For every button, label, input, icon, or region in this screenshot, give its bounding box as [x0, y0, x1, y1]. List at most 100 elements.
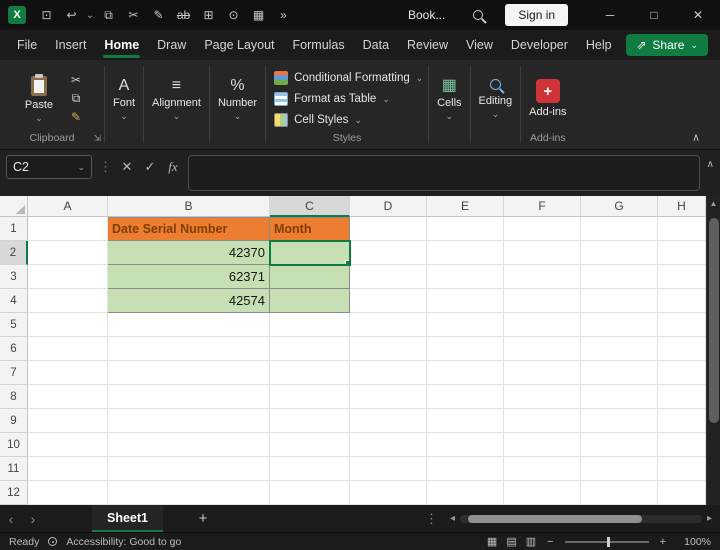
- cell-C2[interactable]: [269, 240, 351, 266]
- cells-button[interactable]: ▦ Cells ⌄: [429, 65, 469, 132]
- cell-C7[interactable]: [270, 361, 350, 385]
- cell-G3[interactable]: [581, 265, 658, 289]
- column-header-A[interactable]: A: [28, 196, 108, 217]
- cell-D9[interactable]: [350, 409, 427, 433]
- page-layout-view-icon[interactable]: ▤: [506, 535, 516, 548]
- cell-E8[interactable]: [427, 385, 504, 409]
- zoom-level[interactable]: 100%: [677, 536, 711, 548]
- sheet-tab-sheet1[interactable]: Sheet1: [92, 505, 163, 532]
- search-icon[interactable]: [473, 10, 484, 20]
- cell-D7[interactable]: [350, 361, 427, 385]
- cell-F10[interactable]: [504, 433, 581, 457]
- cell-E1[interactable]: [427, 217, 504, 241]
- number-button[interactable]: % Number ⌄: [210, 65, 265, 132]
- row-header-11[interactable]: 11: [0, 457, 28, 481]
- cell-D4[interactable]: [350, 289, 427, 313]
- excel-logo-icon[interactable]: X: [8, 6, 26, 24]
- cell-G9[interactable]: [581, 409, 658, 433]
- cell-F6[interactable]: [504, 337, 581, 361]
- cell-E9[interactable]: [427, 409, 504, 433]
- cell-E6[interactable]: [427, 337, 504, 361]
- paste-button[interactable]: Paste ⌄: [17, 73, 61, 122]
- zoom-slider[interactable]: [564, 536, 649, 547]
- cell-H12[interactable]: [658, 481, 706, 505]
- cell-D3[interactable]: [350, 265, 427, 289]
- dialog-launcher-icon[interactable]: ⇲: [93, 133, 101, 144]
- maximize-button[interactable]: □: [632, 0, 676, 30]
- cell-B12[interactable]: [108, 481, 270, 505]
- tab-review[interactable]: Review: [398, 30, 457, 60]
- cell-B1[interactable]: Date Serial Number: [108, 217, 270, 241]
- row-header-3[interactable]: 3: [0, 265, 28, 289]
- cell-G12[interactable]: [581, 481, 658, 505]
- cell-B6[interactable]: [108, 337, 270, 361]
- cell-B3[interactable]: 62371: [108, 265, 270, 289]
- formula-bar-options-icon[interactable]: ⋮: [99, 159, 112, 175]
- scroll-up-icon[interactable]: ▲: [707, 196, 720, 208]
- zoom-out-button[interactable]: −: [547, 536, 553, 548]
- cell-A8[interactable]: [28, 385, 108, 409]
- name-box-caret-icon[interactable]: ⌄: [77, 163, 85, 172]
- cell-E10[interactable]: [427, 433, 504, 457]
- row-header-12[interactable]: 12: [0, 481, 28, 505]
- undo-menu-icon[interactable]: ⌄: [84, 10, 96, 21]
- cell-H11[interactable]: [658, 457, 706, 481]
- row-header-1[interactable]: 1: [0, 217, 28, 241]
- cell-A1[interactable]: [28, 217, 108, 241]
- cell-A6[interactable]: [28, 337, 108, 361]
- cell-B9[interactable]: [108, 409, 270, 433]
- conditional-formatting-button[interactable]: Conditional Formatting ⌄: [274, 69, 428, 87]
- sheet-options-icon[interactable]: ⋮: [425, 511, 438, 527]
- cell-D1[interactable]: [350, 217, 427, 241]
- cell-C11[interactable]: [270, 457, 350, 481]
- overflow-icon[interactable]: »: [271, 8, 296, 22]
- cell-G4[interactable]: [581, 289, 658, 313]
- tab-developer[interactable]: Developer: [502, 30, 577, 60]
- cell-E12[interactable]: [427, 481, 504, 505]
- cell-C9[interactable]: [270, 409, 350, 433]
- addins-button[interactable]: + Add-ins: [521, 65, 574, 132]
- row-header-5[interactable]: 5: [0, 313, 28, 337]
- table-icon[interactable]: ▦: [246, 8, 271, 22]
- cell-G6[interactable]: [581, 337, 658, 361]
- strikethrough-icon[interactable]: ab: [171, 8, 196, 22]
- sign-in-button[interactable]: Sign in: [505, 4, 569, 26]
- cell-G10[interactable]: [581, 433, 658, 457]
- column-header-G[interactable]: G: [581, 196, 658, 217]
- cell-H1[interactable]: [658, 217, 706, 241]
- cell-D2[interactable]: [350, 241, 427, 265]
- row-header-6[interactable]: 6: [0, 337, 28, 361]
- vertical-scrollbar[interactable]: ▲: [706, 196, 720, 505]
- cell-F5[interactable]: [504, 313, 581, 337]
- row-header-10[interactable]: 10: [0, 433, 28, 457]
- tab-help[interactable]: Help: [577, 30, 621, 60]
- cell-B7[interactable]: [108, 361, 270, 385]
- column-header-H[interactable]: H: [658, 196, 706, 217]
- tab-data[interactable]: Data: [354, 30, 398, 60]
- cell-C12[interactable]: [270, 481, 350, 505]
- cut-icon[interactable]: ✂: [65, 73, 87, 87]
- cell-C5[interactable]: [270, 313, 350, 337]
- borders-icon[interactable]: ⊞: [196, 8, 221, 22]
- page-break-view-icon[interactable]: ▥: [526, 535, 536, 548]
- cell-F12[interactable]: [504, 481, 581, 505]
- cell-C4[interactable]: [270, 289, 350, 313]
- cell-B11[interactable]: [108, 457, 270, 481]
- cell-F3[interactable]: [504, 265, 581, 289]
- cancel-icon[interactable]: ✕: [119, 159, 135, 175]
- share-button[interactable]: ⇗ Share ⌄: [626, 34, 708, 56]
- cell-C6[interactable]: [270, 337, 350, 361]
- scroll-left-icon[interactable]: ◂: [450, 513, 455, 524]
- zoom-in-button[interactable]: +: [660, 536, 666, 548]
- cell-H7[interactable]: [658, 361, 706, 385]
- cell-G2[interactable]: [581, 241, 658, 265]
- cut-icon[interactable]: ✂: [121, 8, 146, 22]
- pen-icon[interactable]: ✎: [146, 8, 171, 22]
- cell-D10[interactable]: [350, 433, 427, 457]
- cell-H3[interactable]: [658, 265, 706, 289]
- cell-C1[interactable]: Month: [270, 217, 350, 241]
- insert-function-icon[interactable]: fx: [165, 159, 181, 175]
- cell-A4[interactable]: [28, 289, 108, 313]
- close-button[interactable]: ✕: [676, 0, 720, 30]
- cell-A11[interactable]: [28, 457, 108, 481]
